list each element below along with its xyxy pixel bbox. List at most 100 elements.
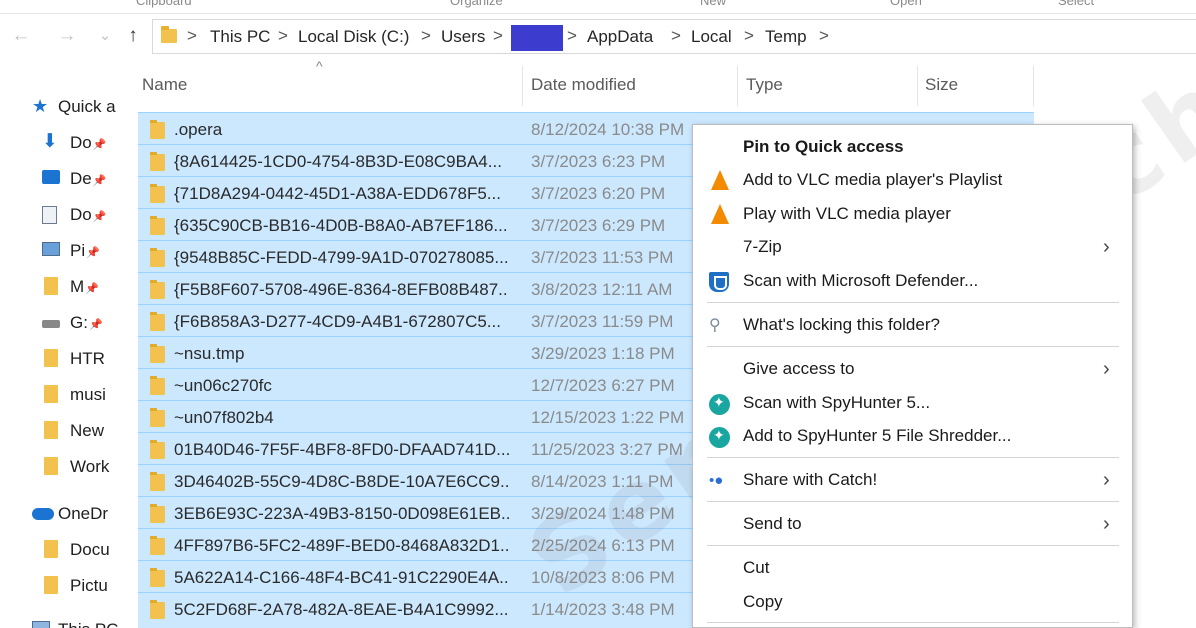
pin-icon: 📌 <box>86 247 100 259</box>
breadcrumb-separator-icon: > <box>187 26 197 45</box>
navigation-bar: ← → ⌄ ↑ > This PC > Local Disk (C:) > Us… <box>0 14 1196 58</box>
file-name: {9548B85C-FEDD-4799-9A1D-070278085... <box>174 248 509 267</box>
sidebar-item-music-folder[interactable]: musi <box>0 379 120 409</box>
file-name: ~nsu.tmp <box>174 344 245 363</box>
ribbon-group-open: Open <box>890 0 922 8</box>
column-divider[interactable] <box>917 66 918 106</box>
menu-divider <box>707 545 1119 546</box>
file-date-modified: 8/14/2023 1:11 PM <box>531 472 674 491</box>
downloads-icon: ⬇ <box>42 131 58 152</box>
menu-item-cut[interactable]: Cut <box>693 552 1132 585</box>
sidebar-item-htr[interactable]: HTR <box>0 343 120 373</box>
onedrive-icon <box>32 508 54 520</box>
menu-divider <box>707 501 1119 502</box>
sidebar-item-label: HTR <box>70 349 105 368</box>
pin-icon: 📌 <box>88 319 103 331</box>
menu-item-send-to[interactable]: Send to › <box>693 508 1132 541</box>
menu-item-share-with-catch[interactable]: •● Share with Catch! › <box>693 464 1132 497</box>
sidebar-item-this-pc[interactable]: This PC <box>0 614 120 628</box>
column-divider[interactable] <box>737 66 738 106</box>
folder-icon <box>44 457 58 475</box>
pin-icon: 📌 <box>92 175 107 187</box>
sidebar-item-documents[interactable]: Do📌 <box>0 199 120 229</box>
menu-item-give-access-to[interactable]: Give access to › <box>693 353 1132 386</box>
sidebar-item-pictures[interactable]: Pi📌 <box>0 235 120 265</box>
file-date-modified: 10/8/2023 8:06 PM <box>531 568 675 587</box>
forward-arrow-icon[interactable]: → <box>55 24 79 48</box>
column-divider[interactable] <box>1033 66 1034 106</box>
ribbon-group-select: Select <box>1058 0 1095 8</box>
menu-item-whats-locking[interactable]: ⚲ What's locking this folder? <box>693 309 1132 342</box>
menu-item-copy[interactable]: Copy <box>693 586 1132 619</box>
ribbon-group-new: New <box>700 0 727 8</box>
file-date-modified: 11/25/2023 3:27 PM <box>531 440 683 459</box>
folder-icon <box>150 408 165 427</box>
sidebar-item-label: M <box>70 277 85 296</box>
breadcrumb-this-pc[interactable]: This PC <box>210 27 270 47</box>
column-divider[interactable] <box>522 66 523 106</box>
breadcrumb-local[interactable]: Local <box>691 27 732 47</box>
column-header-size[interactable]: Size <box>925 58 1033 108</box>
sidebar-item-onedrive[interactable]: OneDr <box>0 498 120 528</box>
folder-icon <box>150 152 165 171</box>
sidebar-item-label: Do <box>70 133 92 152</box>
folder-icon <box>150 536 165 555</box>
column-header-type[interactable]: Type <box>746 58 916 108</box>
sidebar-item-work[interactable]: Work <box>0 451 120 481</box>
file-date-modified: 3/29/2024 1:48 PM <box>531 504 675 523</box>
drive-icon <box>42 320 60 328</box>
recent-locations-chevron-icon[interactable]: ⌄ <box>93 24 117 48</box>
folder-icon <box>150 120 165 139</box>
spyhunter-icon <box>709 394 730 415</box>
chevron-right-icon: › <box>1103 513 1110 535</box>
sidebar-item-new[interactable]: New <box>0 415 120 445</box>
breadcrumb-separator-icon: > <box>819 26 829 45</box>
folder-icon <box>150 472 165 491</box>
sidebar-item-g-drive[interactable]: G:📌 <box>0 307 120 337</box>
sidebar-item-onedrive-pictures[interactable]: Pictu <box>0 570 120 600</box>
sidebar-item-downloads[interactable]: ⬇ Do📌 <box>0 127 120 157</box>
folder-icon <box>150 344 165 363</box>
sidebar-item-desktop[interactable]: De📌 <box>0 163 120 193</box>
folder-icon <box>150 248 165 267</box>
file-name: {F6B858A3-D277-4CD9-A4B1-672807C5... <box>174 312 501 331</box>
folder-icon <box>44 277 58 295</box>
sidebar-item-label: This PC <box>58 620 118 628</box>
spyhunter-icon <box>709 427 730 448</box>
file-name: ~un06c270fc <box>174 376 272 395</box>
folder-icon <box>150 216 165 235</box>
file-date-modified: 3/29/2023 1:18 PM <box>531 344 675 363</box>
menu-item-pin-to-quick-access[interactable]: Pin to Quick access <box>693 131 1132 164</box>
menu-divider <box>707 457 1119 458</box>
menu-item-add-to-vlc-playlist[interactable]: Add to VLC media player's Playlist <box>693 164 1132 197</box>
address-bar[interactable]: > This PC > Local Disk (C:) > Users > > … <box>152 19 1196 54</box>
breadcrumb-local-disk[interactable]: Local Disk (C:) <box>298 27 409 47</box>
redacted-username[interactable] <box>511 25 563 51</box>
back-arrow-icon[interactable]: ← <box>9 24 33 48</box>
chevron-right-icon: › <box>1103 236 1110 258</box>
menu-divider <box>707 302 1119 303</box>
menu-item-spyhunter-shredder[interactable]: Add to SpyHunter 5 File Shredder... <box>693 420 1132 453</box>
sidebar-item-onedrive-documents[interactable]: Docu <box>0 534 120 564</box>
menu-item-scan-with-defender[interactable]: Scan with Microsoft Defender... <box>693 265 1132 298</box>
up-arrow-icon[interactable]: ↑ <box>121 24 145 48</box>
breadcrumb-users[interactable]: Users <box>441 27 485 47</box>
breadcrumb-separator-icon: > <box>744 26 754 45</box>
sidebar-item-music[interactable]: M📌 <box>0 271 120 301</box>
file-date-modified: 8/12/2024 10:38 PM <box>531 120 685 139</box>
sidebar-item-quick-access[interactable]: ★ Quick a <box>0 91 120 121</box>
file-name: 01B40D46-7F5F-4BF8-8FD0-DFAAD741D... <box>174 440 509 459</box>
menu-item-play-with-vlc[interactable]: Play with VLC media player <box>693 198 1132 231</box>
breadcrumb-appdata[interactable]: AppData <box>587 27 653 47</box>
breadcrumb-temp[interactable]: Temp <box>765 27 807 47</box>
file-date-modified: 2/25/2024 6:13 PM <box>531 536 675 555</box>
file-name: {635C90CB-BB16-4D0B-B8A0-AB7EF186... <box>174 216 508 235</box>
column-header-name[interactable]: Name <box>142 58 522 108</box>
pin-icon: 📌 <box>85 283 99 295</box>
defender-shield-icon <box>709 272 729 292</box>
menu-item-scan-with-spyhunter[interactable]: Scan with SpyHunter 5... <box>693 387 1132 420</box>
menu-item-7-zip[interactable]: 7-Zip › <box>693 231 1132 264</box>
sidebar-item-label: Work <box>70 457 110 476</box>
breadcrumb-separator-icon: > <box>671 26 681 45</box>
column-header-date-modified[interactable]: Date modified <box>531 58 737 108</box>
